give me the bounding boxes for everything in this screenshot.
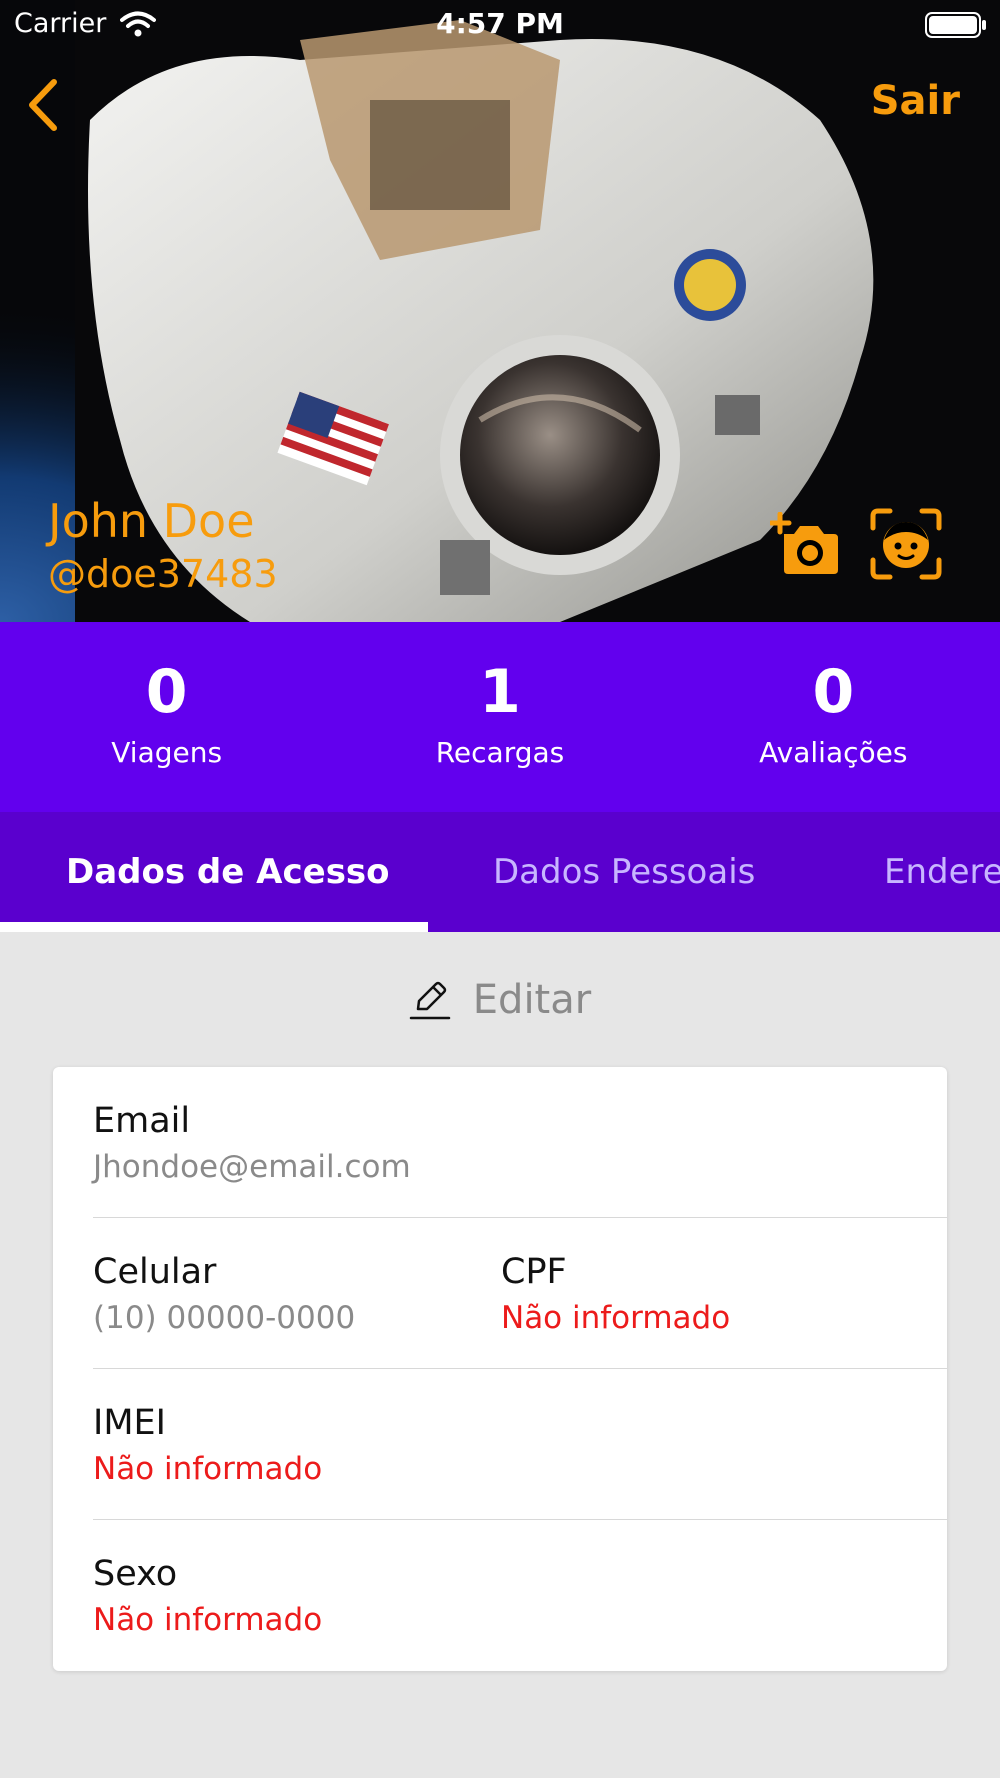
face-scan-button[interactable] bbox=[870, 508, 942, 580]
field-label: Celular bbox=[93, 1252, 217, 1292]
row-celular-cpf: Celular (10) 00000-0000 CPF Não informad… bbox=[53, 1218, 947, 1369]
field-email: Email Jhondoe@email.com bbox=[93, 1101, 411, 1185]
battery-icon bbox=[925, 12, 986, 38]
field-label: IMEI bbox=[93, 1403, 166, 1443]
field-value: Jhondoe@email.com bbox=[93, 1149, 411, 1185]
field-label: CPF bbox=[501, 1252, 567, 1292]
face-scan-icon bbox=[870, 508, 942, 580]
user-name: John Doe bbox=[48, 494, 255, 548]
stat-value: 0 bbox=[145, 657, 188, 727]
field-sexo: Sexo Não informado bbox=[93, 1554, 322, 1638]
add-photo-icon bbox=[768, 511, 838, 574]
field-imei: IMEI Não informado bbox=[93, 1403, 322, 1487]
row-email: Email Jhondoe@email.com bbox=[53, 1067, 947, 1218]
profile-header: Carrier 4:57 PM Sair John Doe @doe37483 bbox=[0, 0, 1000, 622]
row-imei: IMEI Não informado bbox=[53, 1369, 947, 1520]
logout-button[interactable]: Sair bbox=[871, 78, 960, 124]
stat-value: 1 bbox=[479, 657, 521, 727]
field-value: (10) 00000-0000 bbox=[93, 1300, 356, 1336]
field-cpf: CPF Não informado bbox=[501, 1252, 730, 1336]
field-label: Email bbox=[93, 1101, 191, 1141]
tab-dados-de-acesso[interactable]: Dados de Acesso bbox=[66, 852, 390, 892]
add-photo-button[interactable] bbox=[768, 511, 840, 576]
stats-bar: 0 Viagens 1 Recargas 0 Avaliações bbox=[0, 622, 1000, 812]
back-chevron-icon bbox=[29, 79, 57, 131]
tab-endereco[interactable]: Endereço bbox=[884, 852, 1000, 892]
clock: 4:57 PM bbox=[436, 7, 564, 40]
stat-avaliacoes: 0 Avaliações bbox=[667, 622, 1000, 812]
stat-recargas: 1 Recargas bbox=[333, 622, 666, 812]
user-handle: @doe37483 bbox=[48, 552, 278, 596]
stat-value: 0 bbox=[812, 657, 855, 727]
field-value: Não informado bbox=[93, 1451, 323, 1487]
stat-label: Recargas bbox=[435, 736, 565, 769]
active-tab-indicator bbox=[0, 922, 428, 932]
access-data-card: Email Jhondoe@email.com Celular (10) 000… bbox=[53, 1067, 947, 1671]
field-label: Sexo bbox=[93, 1554, 178, 1594]
tab-dados-pessoais[interactable]: Dados Pessoais bbox=[493, 852, 755, 892]
edit-label: Editar bbox=[472, 977, 592, 1023]
stat-label: Avaliações bbox=[759, 736, 908, 769]
tab-bar: Dados de Acesso Dados Pessoais Endereço bbox=[0, 812, 1000, 932]
field-value: Não informado bbox=[93, 1602, 323, 1638]
back-button[interactable] bbox=[12, 70, 72, 140]
field-celular: Celular (10) 00000-0000 bbox=[93, 1252, 355, 1336]
pencil-icon bbox=[409, 981, 451, 1020]
row-sexo: Sexo Não informado bbox=[53, 1520, 947, 1671]
field-value: Não informado bbox=[501, 1300, 731, 1336]
status-bar: Carrier 4:57 PM bbox=[0, 0, 1000, 50]
stat-label: Viagens bbox=[111, 736, 223, 769]
edit-button[interactable]: Editar bbox=[0, 970, 1000, 1030]
stat-viagens: 0 Viagens bbox=[0, 622, 333, 812]
